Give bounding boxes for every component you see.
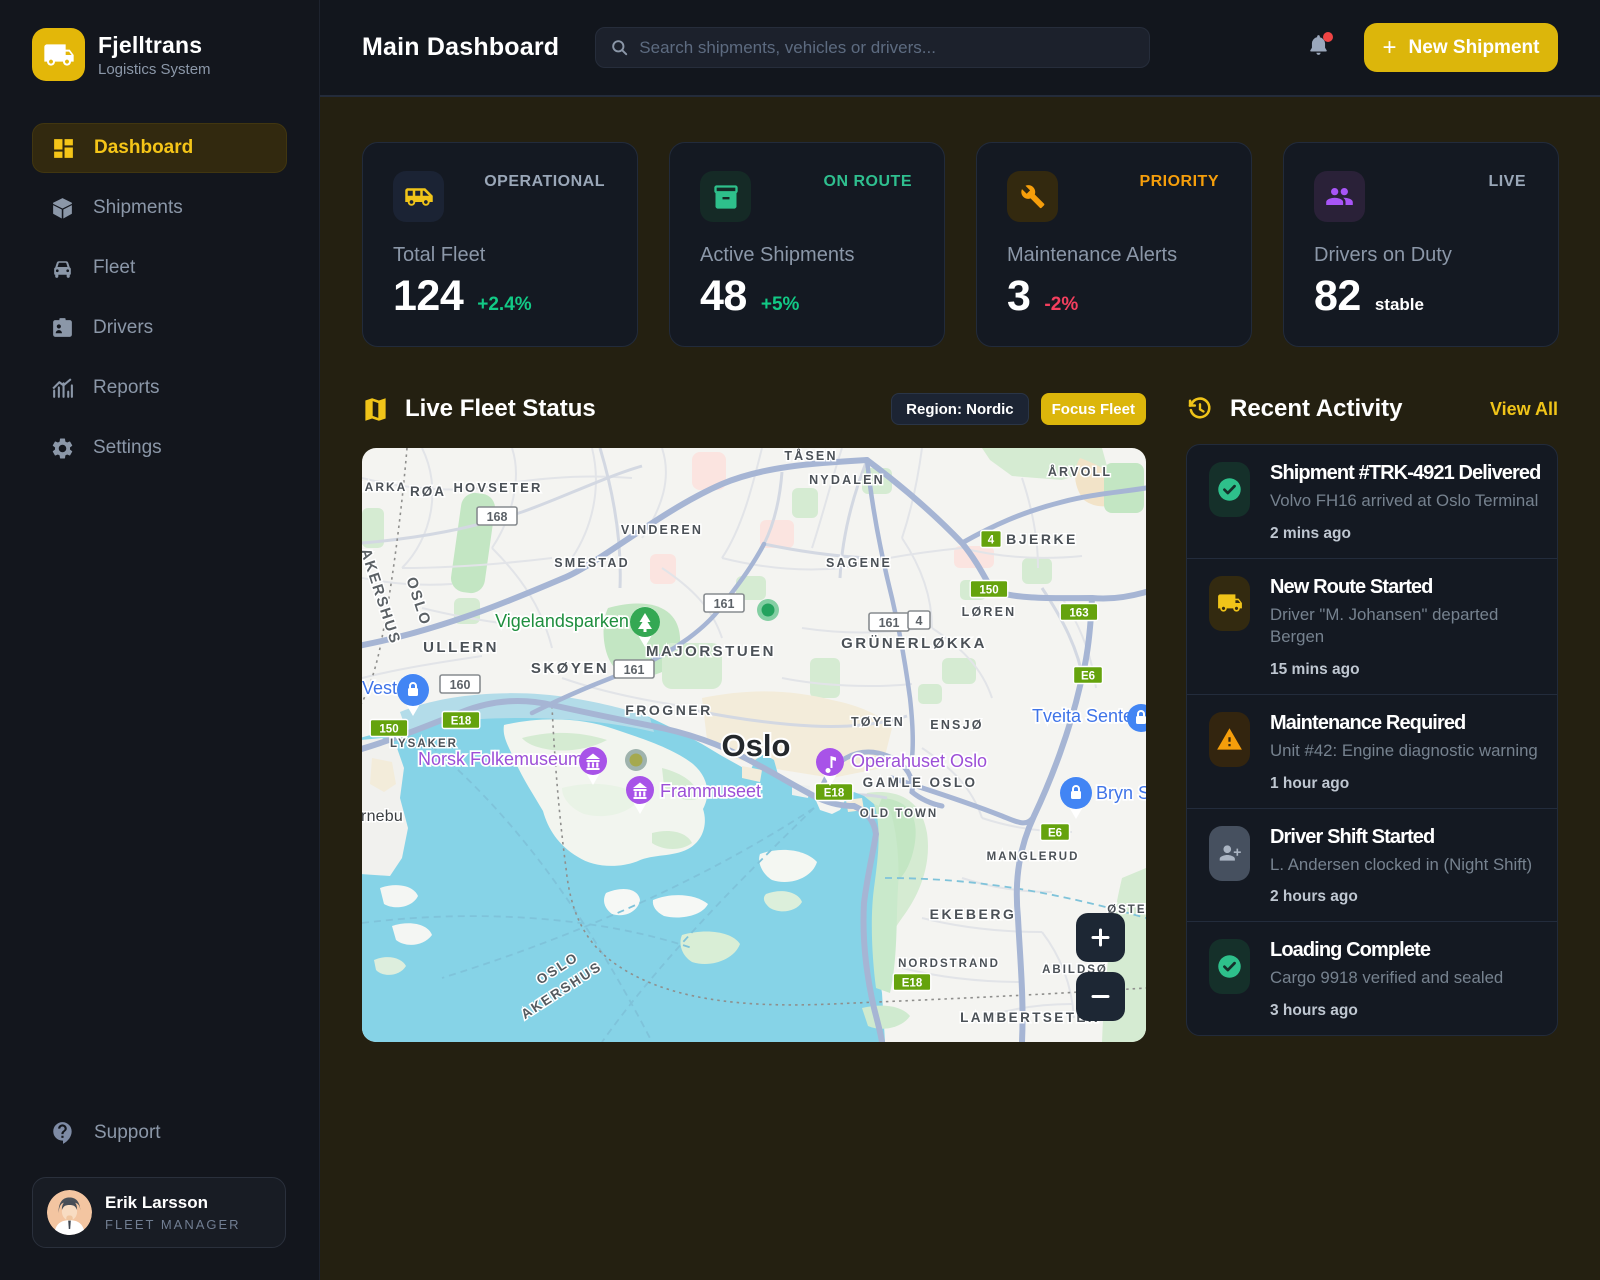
svg-text:161: 161 — [624, 663, 645, 677]
svg-text:SKØYEN: SKØYEN — [531, 660, 609, 677]
svg-text:GAMLE OSLO: GAMLE OSLO — [863, 775, 978, 790]
svg-text:Bryn S: Bryn S — [1096, 783, 1146, 803]
svg-text:TØYEN: TØYEN — [851, 715, 905, 729]
svg-text:OLD TOWN: OLD TOWN — [860, 808, 938, 820]
svg-text:150: 150 — [379, 724, 398, 736]
svg-text:160: 160 — [450, 678, 471, 692]
svg-text:MANGLERUD: MANGLERUD — [987, 851, 1080, 863]
svg-text:SMESTAD: SMESTAD — [554, 556, 630, 570]
svg-text:BJERKE: BJERKE — [1006, 531, 1078, 547]
svg-text:FROGNER: FROGNER — [625, 702, 713, 718]
svg-text:E6: E6 — [1081, 671, 1095, 683]
svg-text:Oslo: Oslo — [722, 728, 791, 763]
svg-text:EKEBERG: EKEBERG — [930, 906, 1017, 922]
svg-text:ULLERN: ULLERN — [423, 639, 499, 656]
svg-text:NYDALEN: NYDALEN — [809, 473, 885, 487]
svg-text:4: 4 — [988, 535, 995, 547]
svg-text:Norsk Folkemuseum: Norsk Folkemuseum — [418, 749, 583, 769]
svg-text:Tveita Senter: Tveita Senter — [1032, 706, 1139, 726]
svg-text:LØREN: LØREN — [962, 605, 1017, 619]
svg-text:161: 161 — [714, 597, 735, 611]
svg-text:HOVSETER: HOVSETER — [453, 480, 542, 495]
svg-text:E18: E18 — [902, 978, 923, 990]
svg-text:Operahuset Oslo: Operahuset Oslo — [851, 751, 987, 771]
svg-text:E18: E18 — [824, 788, 845, 800]
svg-text:163: 163 — [1069, 608, 1088, 620]
svg-text:GRÜNERLØKKA: GRÜNERLØKKA — [841, 635, 987, 652]
svg-text:MARKA: MARKA — [362, 480, 407, 494]
svg-text:E18: E18 — [451, 716, 472, 728]
svg-text:ÅRVOLL: ÅRVOLL — [1048, 464, 1112, 479]
svg-text:SAGENE: SAGENE — [826, 556, 892, 570]
svg-text:Vest: Vest — [362, 678, 397, 698]
svg-text:150: 150 — [979, 585, 998, 597]
svg-text:4: 4 — [916, 614, 923, 628]
svg-text:VINDEREN: VINDEREN — [621, 523, 703, 537]
svg-text:Vigelandsparken: Vigelandsparken — [495, 611, 629, 631]
svg-text:rnebu: rnebu — [362, 808, 403, 825]
svg-text:E6: E6 — [1048, 828, 1062, 840]
svg-text:161: 161 — [879, 616, 900, 630]
svg-text:ENSJØ: ENSJØ — [930, 718, 983, 732]
svg-text:Frammuseet: Frammuseet — [660, 781, 761, 801]
svg-text:RØA: RØA — [410, 484, 446, 499]
svg-text:NORDSTRAND: NORDSTRAND — [898, 958, 1000, 970]
svg-text:TÅSEN: TÅSEN — [784, 448, 837, 463]
svg-text:168: 168 — [487, 510, 508, 524]
svg-text:MAJORSTUEN: MAJORSTUEN — [646, 643, 776, 660]
